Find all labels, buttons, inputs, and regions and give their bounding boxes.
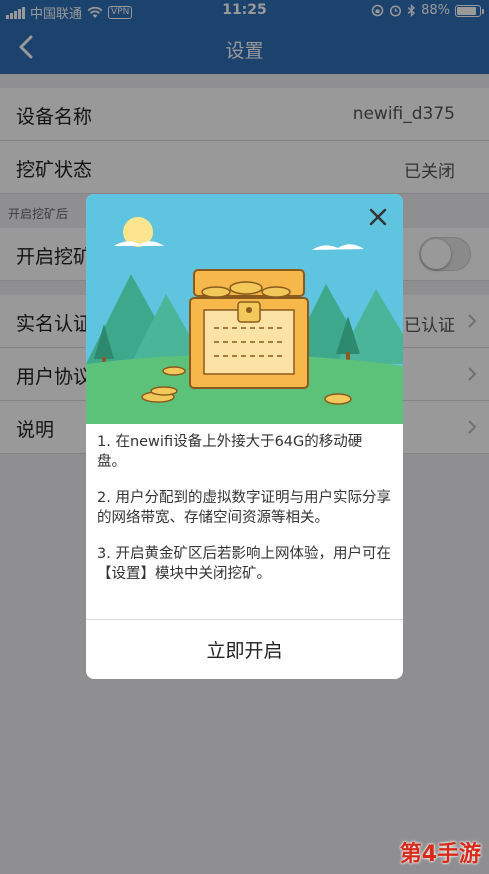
- watermark-logo: 第4手游: [399, 842, 481, 867]
- dialog-body: 1. 在newifi设备上外接大于64G的移动硬盘。 2. 用户分配到的虚拟数字…: [86, 424, 403, 619]
- mining-dialog: 1. 在newifi设备上外接大于64G的移动硬盘。 2. 用户分配到的虚拟数字…: [86, 194, 403, 679]
- close-icon[interactable]: [365, 204, 391, 230]
- dialog-point-1: 1. 在newifi设备上外接大于64G的移动硬盘。: [97, 434, 363, 470]
- enable-now-button[interactable]: 立即开启: [86, 619, 403, 679]
- dialog-point-2: 2. 用户分配到的虚拟数字证明与用户实际分享的网络带宽、存储空间资源等相关。: [97, 490, 391, 526]
- treasure-chest-illustration: [86, 194, 403, 424]
- dialog-point-3: 3. 开启黄金矿区后若影响上网体验，用户可在【设置】模块中关闭挖矿。: [97, 546, 391, 582]
